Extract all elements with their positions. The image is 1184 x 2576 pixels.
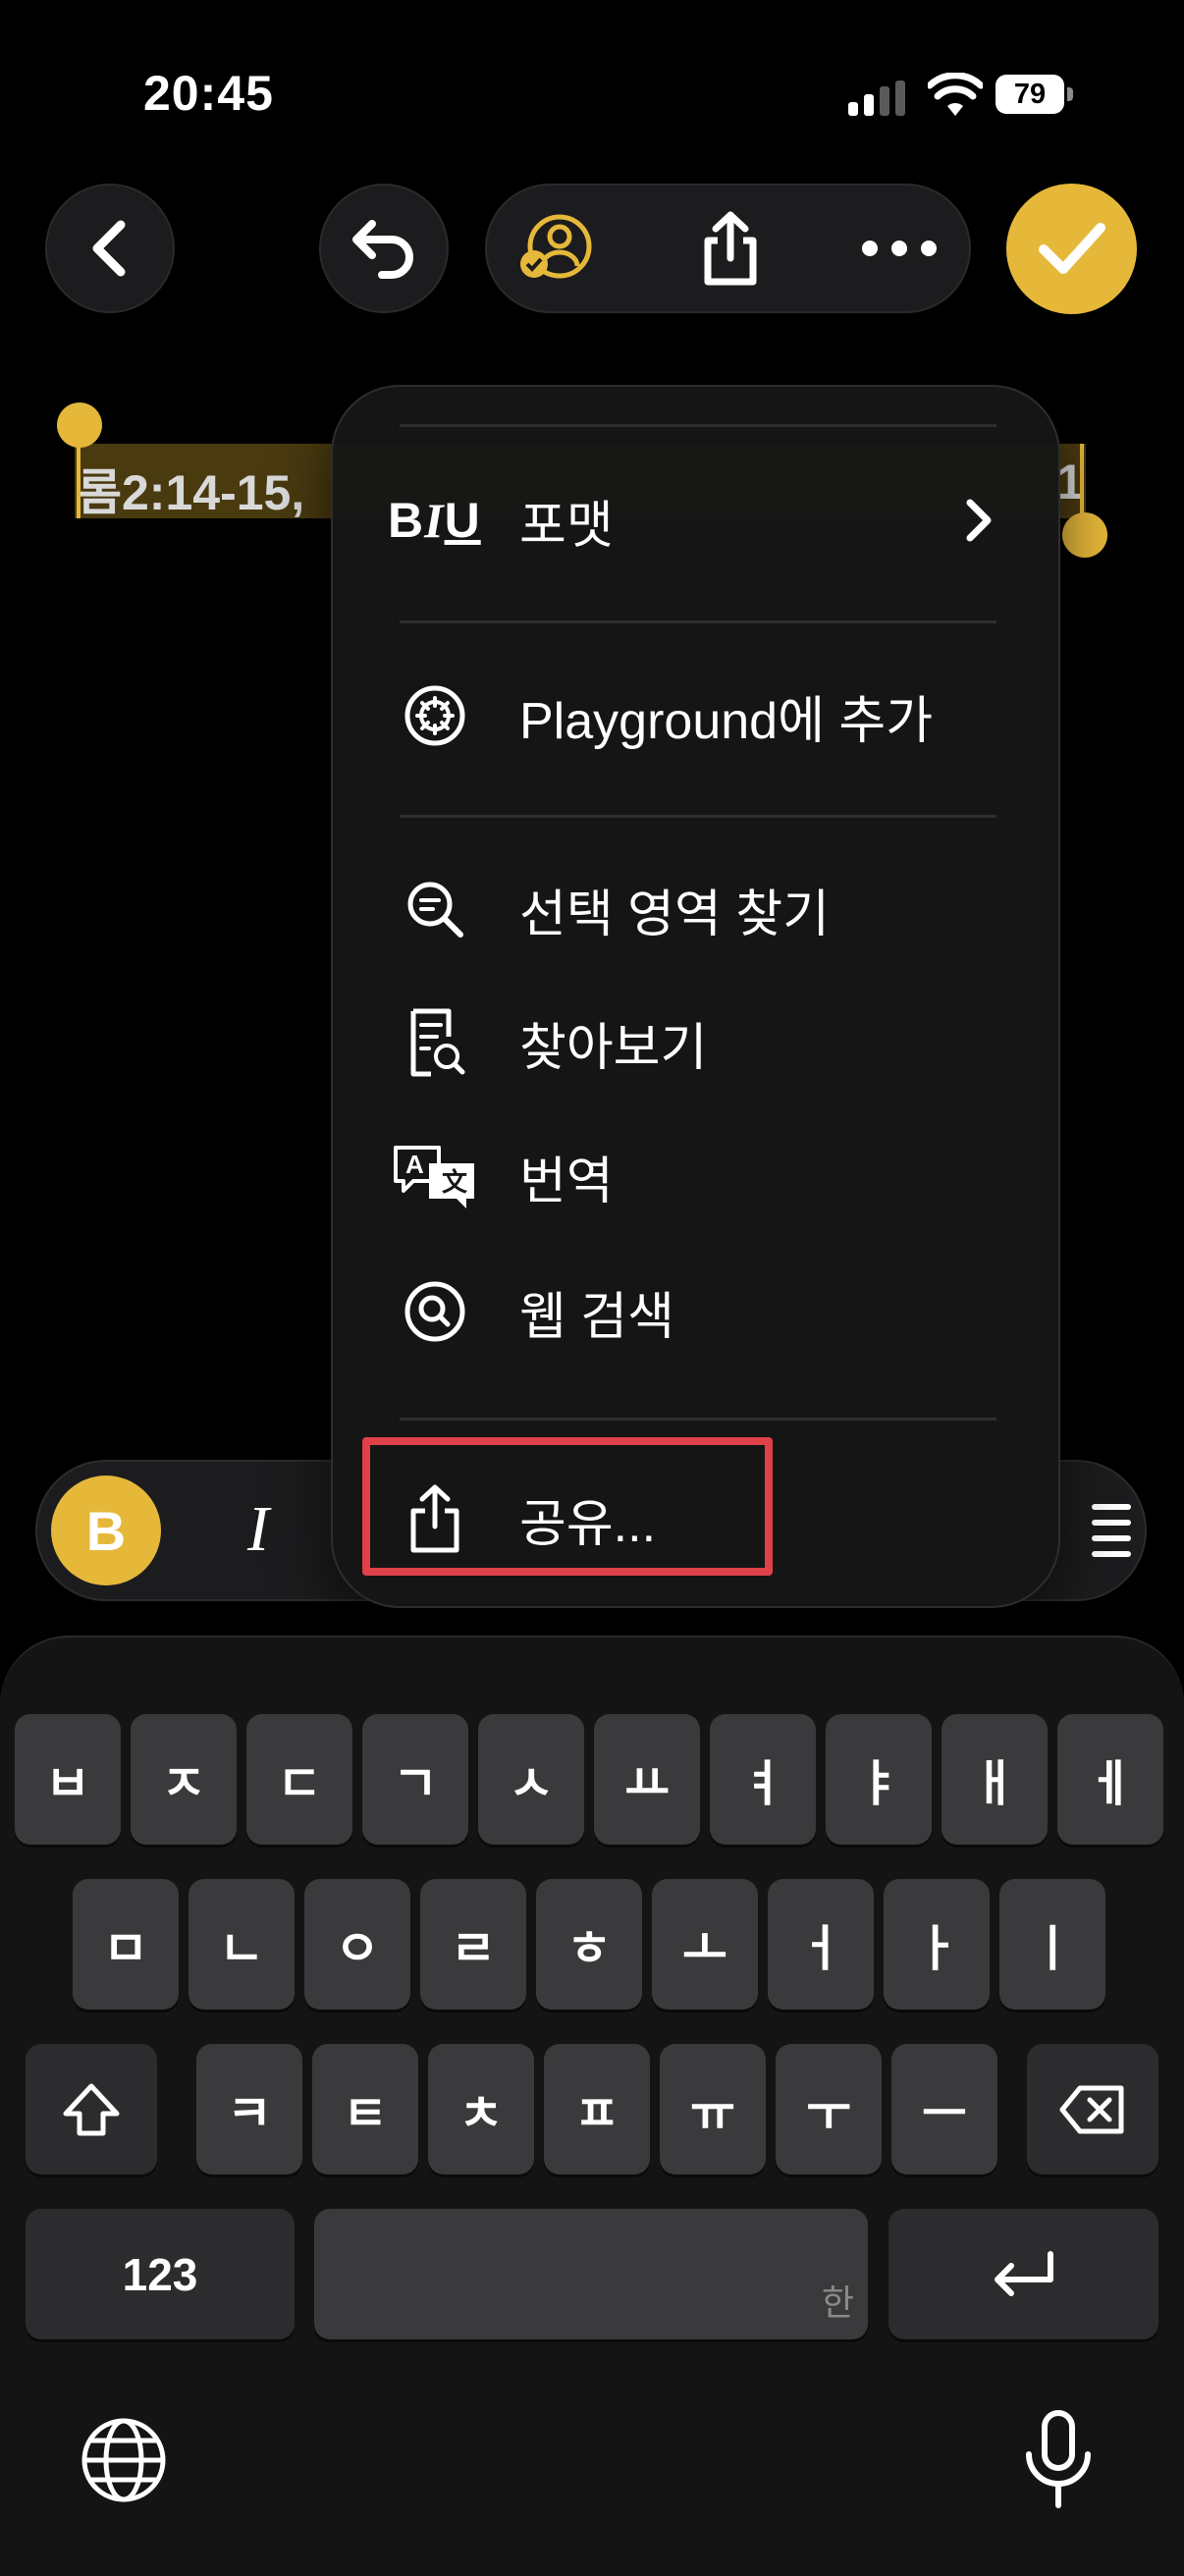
lookup-icon <box>398 1005 472 1080</box>
shift-icon <box>63 2083 120 2135</box>
format-biu-icon: BIU <box>388 493 481 548</box>
key-22[interactable]: ㅊ <box>428 2044 534 2174</box>
key-18[interactable]: ㅏ <box>884 1879 990 2010</box>
battery-indicator: 79 <box>996 75 1074 114</box>
menu-item-label: 포맷 <box>519 497 614 555</box>
key-21[interactable]: ㅌ <box>312 2044 418 2174</box>
key-17[interactable]: ㅓ <box>768 1879 874 2010</box>
space-key[interactable]: 한 <box>314 2209 868 2339</box>
key-13[interactable]: ㅇ <box>304 1879 410 2010</box>
find-selection-icon <box>398 872 472 946</box>
keyboard: ㅂ ㅈ ㄷ ㄱ ㅅ ㅛ ㅕ ㅑ ㅐ ㅔ ㅁ ㄴ ㅇ ㄹ ㅎ ㅗ ㅓ ㅏ ㅣ ㅋ … <box>0 1636 1184 2576</box>
key-16[interactable]: ㅗ <box>652 1879 758 2010</box>
italic-button[interactable]: I <box>247 1492 269 1567</box>
numbers-key[interactable]: 123 <box>26 2209 295 2339</box>
key-19[interactable]: ㅣ <box>999 1879 1105 2010</box>
menu-item-lookup[interactable]: 찾아보기 <box>333 976 1058 1109</box>
share-button[interactable] <box>662 186 799 311</box>
selection-end-handle[interactable] <box>1062 512 1107 558</box>
web-search-icon <box>398 1274 472 1349</box>
key-8[interactable]: ㅑ <box>826 1714 932 1845</box>
return-icon <box>994 2250 1053 2296</box>
key-5[interactable]: ㅅ <box>478 1714 584 1845</box>
selected-text-start[interactable]: 롬2:14-15, <box>77 454 304 524</box>
key-3[interactable]: ㄷ <box>246 1714 352 1845</box>
note-actions-group <box>485 184 971 313</box>
delete-key[interactable] <box>1027 2044 1158 2174</box>
space-language-hint: 한 <box>821 2283 854 2324</box>
more-button[interactable] <box>831 186 968 311</box>
globe-icon[interactable] <box>79 2415 169 2505</box>
menu-item-translate[interactable]: A 文 번역 <box>333 1111 1058 1241</box>
share-icon <box>704 211 757 286</box>
key-9[interactable]: ㅐ <box>942 1714 1048 1845</box>
back-button[interactable] <box>45 184 175 313</box>
menu-divider <box>400 815 996 818</box>
menu-item-label: 웹 검색 <box>519 1288 674 1346</box>
key-6[interactable]: ㅛ <box>594 1714 700 1845</box>
svg-text:文: 文 <box>442 1167 468 1197</box>
menu-item-find-selection[interactable]: 선택 영역 찾기 <box>333 844 1058 974</box>
undo-icon <box>352 220 413 279</box>
key-2[interactable]: ㅈ <box>131 1714 237 1845</box>
translate-icon: A 文 <box>386 1139 484 1213</box>
chevron-right-icon <box>966 499 992 542</box>
key-26[interactable]: ㅡ <box>891 2044 997 2174</box>
menu-item-playground[interactable]: Playground에 추가 <box>333 652 1058 779</box>
key-14[interactable]: ㄹ <box>420 1879 526 2010</box>
key-4[interactable]: ㄱ <box>362 1714 468 1845</box>
bold-button[interactable]: B <box>51 1476 161 1585</box>
menu-item-web-search[interactable]: 웹 검색 <box>333 1243 1058 1380</box>
selection-start-handle[interactable] <box>57 402 102 448</box>
menu-item-label: 번역 <box>519 1153 614 1210</box>
delete-icon <box>1059 2085 1124 2133</box>
key-11[interactable]: ㅁ <box>73 1879 179 2010</box>
battery-level: 79 <box>996 75 1064 114</box>
menu-item-label: 찾아보기 <box>519 1019 708 1077</box>
wifi-icon <box>926 72 985 118</box>
key-7[interactable]: ㅕ <box>710 1714 816 1845</box>
svg-text:A: A <box>405 1150 424 1179</box>
collaborate-icon <box>520 214 592 279</box>
menu-divider <box>400 424 996 427</box>
microphone-icon[interactable] <box>1021 2409 1096 2511</box>
menu-item-format[interactable]: BIU 포맷 <box>333 452 1058 589</box>
done-button[interactable] <box>1006 184 1137 314</box>
more-icon <box>862 241 937 256</box>
return-key[interactable] <box>888 2209 1158 2339</box>
menu-divider <box>400 620 996 623</box>
key-25[interactable]: ㅜ <box>776 2044 882 2174</box>
cellular-signal-icon <box>848 80 905 116</box>
key-23[interactable]: ㅍ <box>544 2044 650 2174</box>
menu-divider <box>400 1418 996 1421</box>
collaborate-button[interactable] <box>487 186 624 311</box>
status-time: 20:45 <box>143 66 274 121</box>
chevron-left-icon <box>92 220 126 277</box>
list-icon[interactable] <box>1092 1502 1131 1561</box>
undo-button[interactable] <box>319 184 449 313</box>
key-15[interactable]: ㅎ <box>536 1879 642 2010</box>
key-1[interactable]: ㅂ <box>15 1714 121 1845</box>
key-20[interactable]: ㅋ <box>196 2044 302 2174</box>
key-12[interactable]: ㄴ <box>188 1879 295 2010</box>
playground-icon <box>398 678 472 753</box>
highlight-box <box>362 1437 773 1576</box>
context-menu: BIU 포맷 Playground에 추가 선택 영역 찾기 찾아보기 A 文 … <box>331 385 1060 1608</box>
key-24[interactable]: ㅠ <box>660 2044 766 2174</box>
checkmark-icon <box>1038 222 1105 274</box>
menu-item-label: Playground에 추가 <box>519 692 934 750</box>
shift-key[interactable] <box>26 2044 157 2174</box>
key-10[interactable]: ㅔ <box>1057 1714 1163 1845</box>
menu-item-label: 선택 영역 찾기 <box>519 886 830 943</box>
